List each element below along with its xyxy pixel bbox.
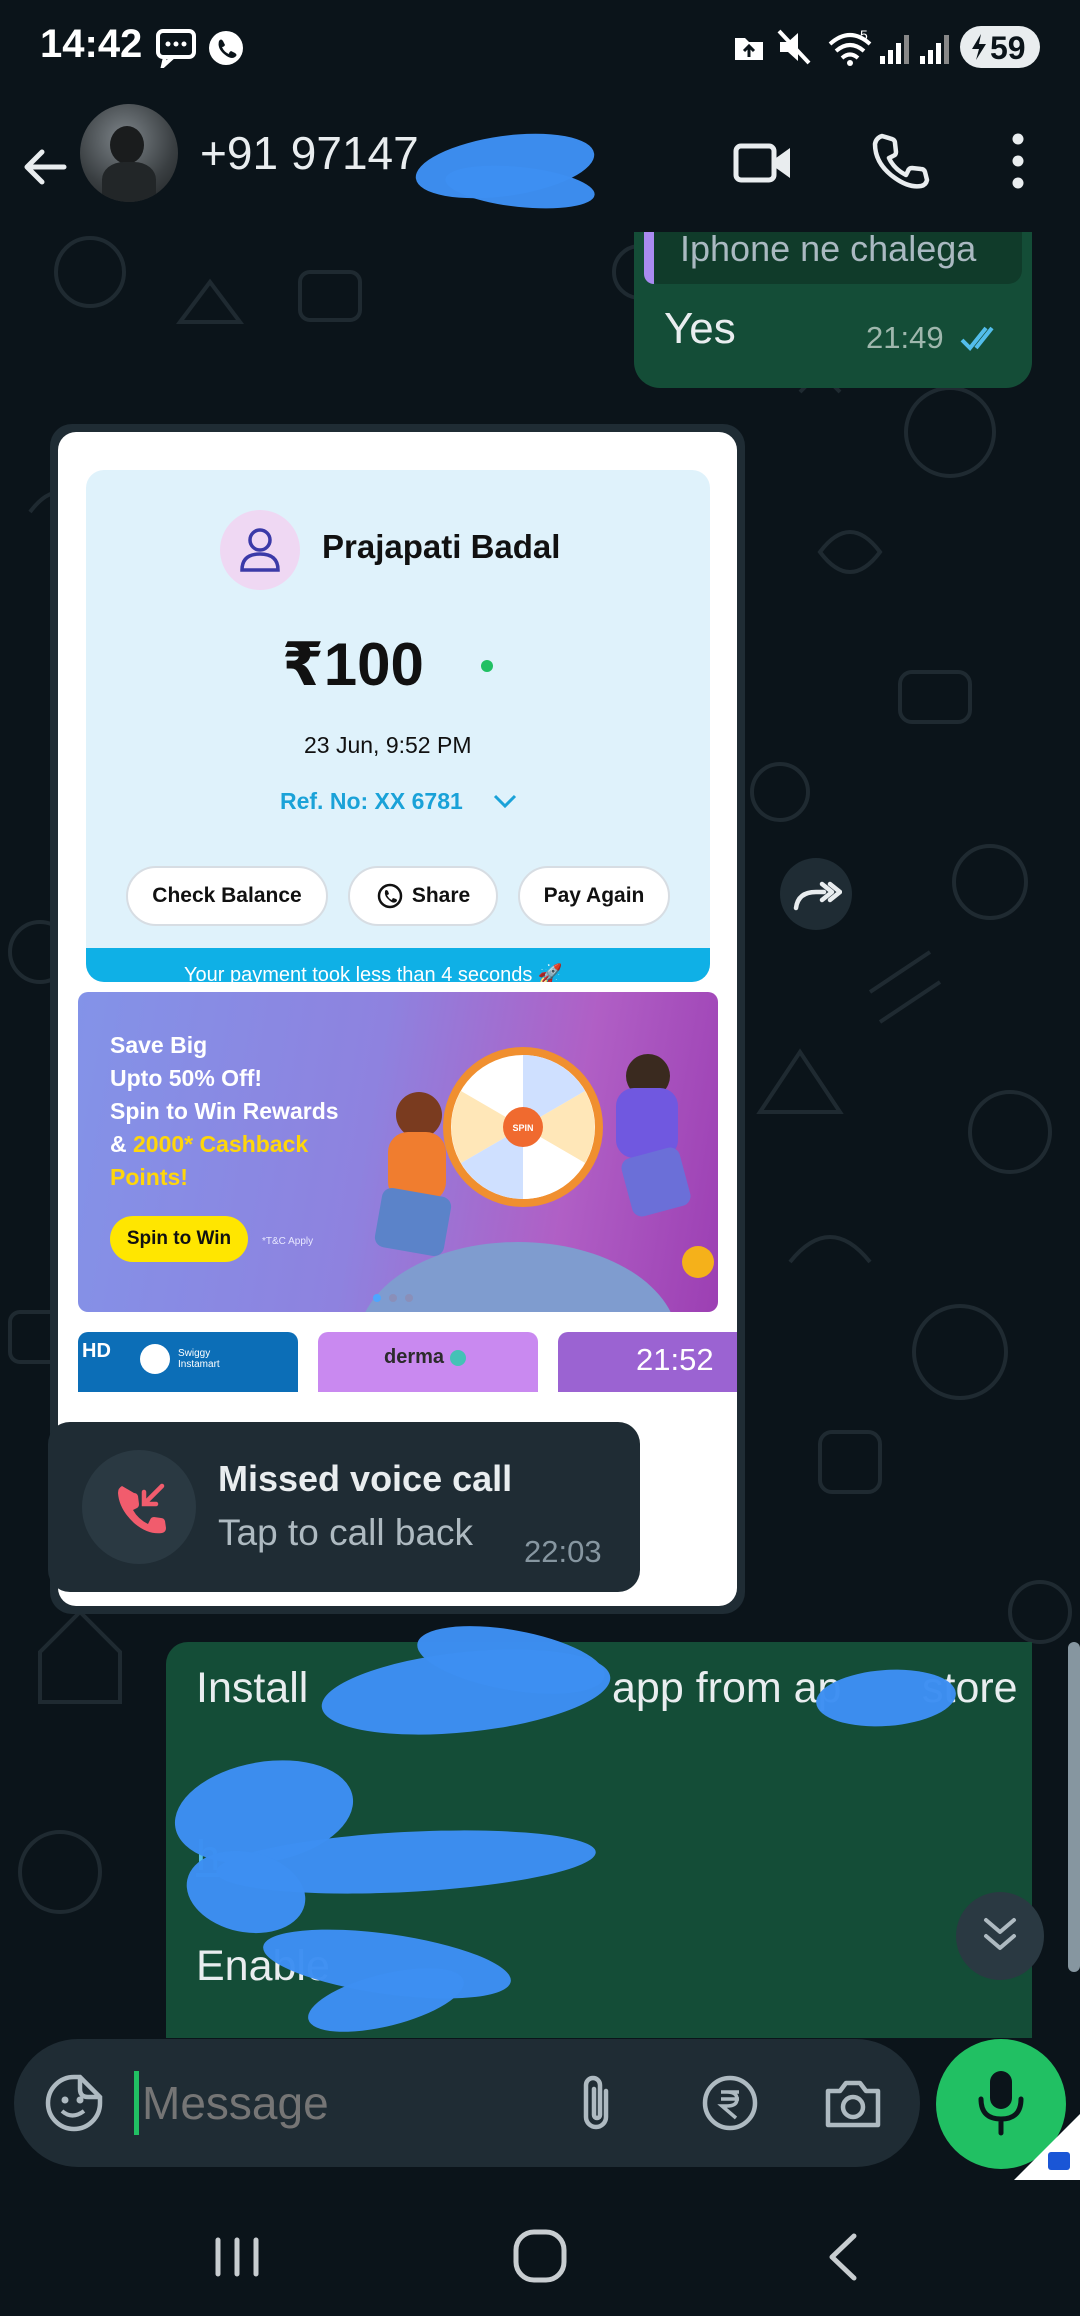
- reply-quote-text: Iphone ne chalega: [680, 232, 977, 269]
- status-time: 14:42: [40, 22, 143, 66]
- signal-icon: [880, 35, 909, 64]
- coin-icon: [682, 1246, 714, 1278]
- banner-line4-prefix: &: [110, 1131, 133, 1157]
- upload-icon: [735, 38, 763, 60]
- banner-line3: Spin to Win Rewards: [110, 1098, 339, 1124]
- image-time: 21:52: [636, 1342, 714, 1377]
- missed-call-icon-wrap: [82, 1450, 196, 1564]
- derma-label: derma: [384, 1346, 445, 1368]
- mute-icon: [777, 29, 811, 65]
- status-dot: [481, 660, 493, 672]
- pay-again-label: Pay Again: [543, 884, 645, 907]
- chat-area[interactable]: Iphone ne chalega Yes 21:49 Prajapati Ba…: [0, 232, 1080, 2038]
- missed-call-message[interactable]: Missed voice call Tap to call back 22:03: [48, 1422, 640, 1592]
- whatsapp-icon: [209, 31, 243, 65]
- banner-line4-highlight: 2000* Cashback: [133, 1131, 309, 1157]
- more-icon[interactable]: [1000, 128, 1036, 194]
- missed-call-subtitle[interactable]: Tap to call back: [218, 1512, 473, 1554]
- camera-icon[interactable]: [822, 2075, 884, 2131]
- message-text: Yes: [664, 304, 736, 353]
- message-time: 21:49: [866, 320, 944, 355]
- payment-amount: ₹100: [282, 631, 424, 698]
- reply-quote[interactable]: Iphone ne chalega: [644, 232, 1022, 284]
- signal-icon-2: [920, 35, 949, 64]
- reference-number[interactable]: Ref. No: XX 6781: [280, 788, 463, 815]
- spin-wheel: SPIN: [443, 1047, 603, 1207]
- payee-name: Prajapati Badal: [322, 528, 561, 565]
- home-icon[interactable]: [510, 2226, 570, 2286]
- speed-note: Your payment took less than 4 seconds 🚀: [184, 964, 563, 982]
- check-balance-button[interactable]: Check Balance: [126, 866, 328, 926]
- microphone-icon: [978, 2071, 1024, 2136]
- spin-to-win-label: Spin to Win: [126, 1228, 232, 1249]
- spin-to-win-button[interactable]: Spin to Win: [110, 1216, 248, 1262]
- derma-tile[interactable]: derma: [318, 1332, 538, 1392]
- missed-call-time: 22:03: [524, 1534, 602, 1569]
- hd-label: HD: [82, 1340, 111, 1362]
- whatsapp-icon: [377, 883, 403, 909]
- battery-icon: 59: [960, 26, 1040, 68]
- share-button[interactable]: Share: [348, 866, 498, 926]
- status-bar: 14:42 5 59: [0, 0, 1080, 92]
- banner-line5: Points!: [110, 1164, 188, 1190]
- svg-text:5: 5: [860, 27, 868, 43]
- read-receipt-icon: [960, 326, 994, 351]
- avatar[interactable]: [80, 104, 178, 202]
- attach-icon[interactable]: [574, 2071, 618, 2135]
- check-balance-label: Check Balance: [152, 884, 302, 907]
- rupee-payment-icon[interactable]: [700, 2073, 760, 2133]
- message-input[interactable]: [142, 2069, 542, 2137]
- chat-header: +91 97147: [0, 92, 1080, 232]
- text-cursor: [134, 2071, 139, 2135]
- recent-apps-icon[interactable]: [210, 2232, 264, 2282]
- share-label: Share: [411, 884, 471, 907]
- forward-button[interactable]: [780, 858, 852, 930]
- input-bar: [0, 2038, 1080, 2206]
- forward-icon: [793, 881, 842, 911]
- swiggy-tile[interactable]: HD Swiggy Instamart: [78, 1332, 298, 1392]
- banner-line4: & 2000* Cashback: [110, 1131, 308, 1158]
- back-arrow-icon[interactable]: [20, 142, 70, 192]
- wifi-icon: 5: [828, 27, 872, 66]
- chevron-down-icon[interactable]: [492, 790, 518, 812]
- contact-name[interactable]: +91 97147: [200, 126, 419, 180]
- missed-call-icon: [118, 1483, 166, 1534]
- promo-banner[interactable]: Save Big Upto 50% Off! Spin to Win Rewar…: [78, 992, 718, 1312]
- scroll-down-button[interactable]: [956, 1892, 1044, 1980]
- speed-note-bar: Your payment took less than 4 seconds 🚀: [86, 948, 710, 982]
- tnc-note: *T&C Apply: [262, 1236, 314, 1247]
- message-icon: [156, 29, 196, 68]
- message-composer[interactable]: [14, 2039, 920, 2167]
- system-nav-bar: [0, 2206, 1080, 2316]
- video-call-icon[interactable]: [732, 132, 794, 194]
- battery-level: 59: [990, 30, 1026, 66]
- install-text-mid: app from ap: [612, 1664, 842, 1712]
- back-icon[interactable]: [818, 2230, 868, 2284]
- double-chevron-down-icon: [984, 1918, 1016, 1950]
- pay-again-button[interactable]: Pay Again: [518, 866, 670, 926]
- install-text-start: Install: [196, 1664, 309, 1712]
- missed-call-title: Missed voice call: [218, 1458, 513, 1499]
- message-bubble-outgoing[interactable]: Install app from ap store h Enable: [166, 1613, 1032, 2038]
- scrollbar[interactable]: [1068, 1642, 1080, 1972]
- sticker-icon[interactable]: [44, 2073, 104, 2133]
- payment-datetime: 23 Jun, 9:52 PM: [304, 732, 472, 758]
- banner-line2: Upto 50% Off!: [110, 1065, 263, 1091]
- payment-card: Prajapati Badal ₹100 23 Jun, 9:52 PM Ref…: [86, 470, 710, 982]
- user-icon: [220, 510, 300, 590]
- voice-call-icon[interactable]: [868, 130, 930, 192]
- message-bubble-outgoing[interactable]: Iphone ne chalega Yes 21:49: [634, 232, 1032, 388]
- wheel-center-label: SPIN: [512, 1123, 533, 1133]
- swiggy-label: Swiggy Instamart: [178, 1348, 220, 1370]
- banner-line1: Save Big: [110, 1032, 208, 1058]
